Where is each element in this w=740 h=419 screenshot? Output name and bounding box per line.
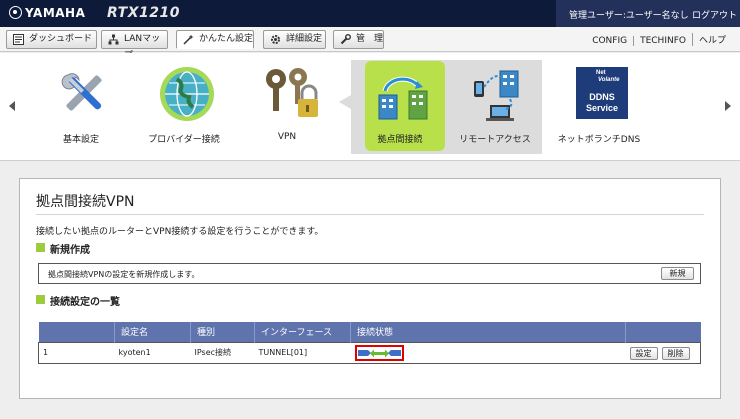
carousel-next-icon[interactable]: [725, 101, 731, 111]
row-no: 1: [38, 341, 115, 364]
page-description: 接続したい拠点のルーターとVPN接続する設定を行うことができます。: [36, 227, 324, 237]
help-link[interactable]: ヘルプ: [691, 33, 732, 46]
carousel-item-label: リモートアクセス: [459, 135, 531, 145]
new-setting-text: 拠点間接続VPNの設定を新規作成します。: [48, 270, 200, 279]
list-section-heading: 接続設定の一覧: [36, 293, 120, 308]
user-label: 管理ユーザー:ユーザー名なし: [569, 11, 689, 21]
carousel-item-basic[interactable]: 基本設定: [34, 61, 128, 149]
new-setting-box: 拠点間接続VPNの設定を新規作成します。 新規: [38, 263, 701, 284]
config-link[interactable]: CONFIG: [586, 36, 633, 46]
carousel-item-netvolante[interactable]: Net Volante DDNS Service ネットボランチDNS: [552, 61, 646, 149]
globe-icon: [159, 65, 215, 125]
carousel-item-remote-access[interactable]: リモートアクセス: [448, 61, 542, 149]
tab-lan-map[interactable]: LANマップ: [101, 30, 168, 61]
carousel-item-label: プロバイダー接続: [148, 135, 220, 145]
selection-pointer: [339, 95, 351, 109]
row-type: IPsec接続: [190, 341, 255, 364]
row-actions: 設定 削除: [625, 341, 701, 364]
remote-access-icon: [470, 65, 526, 125]
site-to-site-icon: [375, 65, 431, 125]
gear-icon: [270, 34, 281, 45]
carousel-item-label: VPN: [277, 132, 297, 142]
col-status: 接続状態: [350, 322, 626, 342]
tab-dashboard[interactable]: ダッシュボード: [6, 30, 97, 49]
carousel-item-provider[interactable]: プロバイダー接続: [137, 61, 231, 149]
dashboard-icon: [13, 34, 24, 45]
table-row: 1 kyoten1 IPsec接続 TUNNEL[01] 設定 削除: [38, 341, 701, 364]
page-title: 拠点間接続VPN: [36, 194, 135, 210]
carousel-item-site-to-site[interactable]: 拠点間接続: [353, 61, 447, 151]
tab-bar: ダッシュボード LANマップ かんたん設定 詳細設定 管 理 CONFIGTEC…: [0, 27, 740, 61]
row-interface: TUNNEL[01]: [254, 341, 351, 364]
tab-dashboard-label: ダッシュボード: [29, 34, 93, 44]
tools-icon: [56, 65, 112, 125]
tab-admin-label: 管 理: [356, 34, 384, 44]
wrench-icon: [340, 34, 351, 45]
wand-icon: [183, 34, 194, 45]
tab-admin[interactable]: 管 理: [333, 30, 384, 49]
carousel-item-vpn[interactable]: VPN: [240, 61, 334, 149]
edit-button[interactable]: 設定: [629, 346, 658, 360]
user-block: 管理ユーザー:ユーザー名なし ログアウト: [556, 0, 740, 27]
carousel-prev-icon[interactable]: [9, 101, 15, 111]
keys-lock-icon: [262, 65, 318, 125]
techinfo-link[interactable]: TECHINFO: [633, 36, 692, 46]
carousel-item-label: ネットボランチDNS: [557, 135, 641, 145]
tab-advanced-label: 詳細設定: [286, 34, 323, 44]
tab-easy-setup-label: かんたん設定: [199, 34, 254, 44]
col-type: 種別: [190, 322, 255, 342]
header-links: CONFIG TECHINFO ヘルプ: [586, 33, 732, 46]
feature-carousel: 基本設定 プロバイダー接続 VPN 拠点間接続 リモートアクセス Net Vol…: [0, 53, 740, 161]
carousel-item-label: 拠点間接続: [377, 135, 423, 145]
row-name: kyoten1: [114, 341, 191, 364]
new-button[interactable]: 新規: [661, 267, 694, 280]
title-divider: [36, 214, 704, 215]
tab-easy-setup[interactable]: かんたん設定: [176, 30, 254, 49]
logout-link[interactable]: ログアウト: [692, 8, 737, 21]
col-no: [38, 322, 115, 342]
connection-table: 設定名 種別 インターフェース 接続状態 1 kyoten1 IPsec接続 T…: [38, 322, 701, 364]
row-status: [350, 341, 626, 364]
connection-status-icon: [354, 344, 404, 361]
table-header-row: 設定名 種別 インターフェース 接続状態: [38, 322, 701, 342]
tab-advanced[interactable]: 詳細設定: [263, 30, 326, 49]
top-bar: YAMAHA RTX1210 管理ユーザー:ユーザー名なし ログアウト: [0, 0, 740, 27]
col-actions: [625, 322, 701, 342]
yamaha-logo: YAMAHA: [9, 6, 85, 20]
lan-map-icon: [108, 34, 119, 45]
yamaha-mark-icon: [9, 6, 22, 19]
delete-button[interactable]: 削除: [661, 346, 690, 360]
netvolante-ddns-icon: Net Volante DDNS Service: [574, 65, 630, 125]
new-section-heading: 新規作成: [36, 241, 90, 256]
carousel-item-label: 基本設定: [62, 135, 99, 145]
main-panel: 拠点間接続VPN 接続したい拠点のルーターとVPN接続する設定を行うことができま…: [19, 178, 721, 399]
col-name: 設定名: [114, 322, 191, 342]
col-interface: インターフェース: [254, 322, 351, 342]
model-name: RTX1210: [107, 5, 180, 21]
